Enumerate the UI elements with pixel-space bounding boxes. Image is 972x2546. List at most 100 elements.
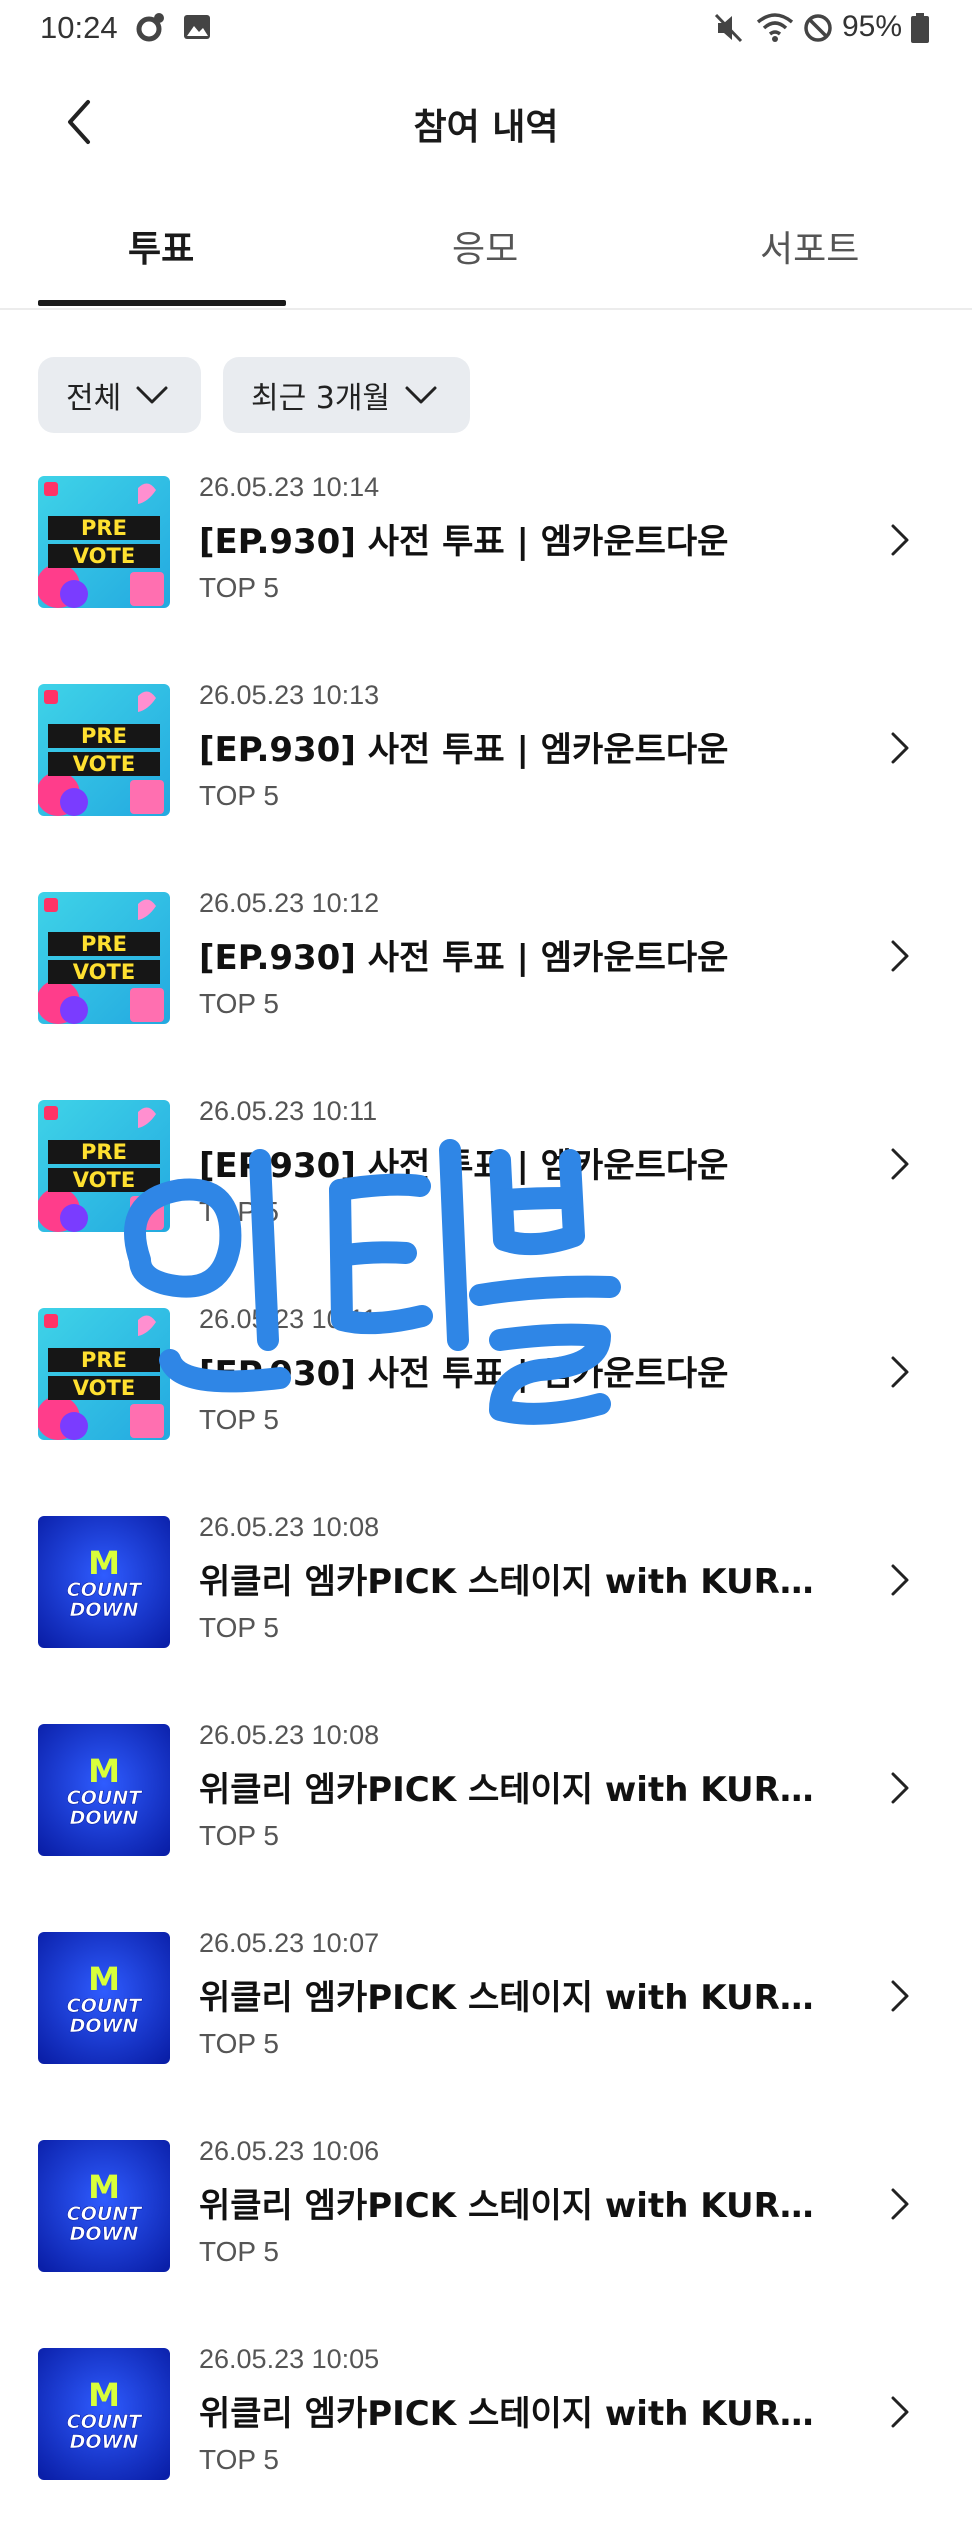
tab-bar: 투표 응모 서포트 (0, 190, 972, 310)
tab-vote[interactable]: 투표 (128, 220, 194, 272)
svg-text:DOWN: DOWN (70, 2223, 139, 2245)
item-date: 26.05.23 10:11 (199, 1096, 378, 1126)
active-tab-indicator (38, 300, 286, 306)
svg-text:COUNT: COUNT (67, 2411, 143, 2433)
app-header: 참여 내역 (0, 72, 972, 172)
item-title: 위클리 엠카PICK 스테이지 with KURA... (199, 1978, 839, 2018)
item-title: 위클리 엠카PICK 스테이지 with KURA... (199, 2394, 839, 2434)
tab-entry[interactable]: 응모 (452, 220, 518, 272)
item-rank: TOP 5 (199, 2236, 279, 2267)
category-filter-dropdown[interactable]: 전체 (38, 357, 202, 433)
chevron-down-icon (405, 386, 437, 404)
tab-support[interactable]: 서포트 (760, 220, 859, 272)
list-item[interactable]: PRE VOTE 26.05.23 10:11 [EP.930] 사전 투표 | … (0, 1298, 972, 1506)
svg-text:VOTE: VOTE (73, 1168, 135, 1192)
chevron-right-icon (891, 1980, 909, 2012)
item-date: 26.05.23 10:14 (199, 472, 380, 502)
mcountdown-thumbnail: M COUNT DOWN (38, 2348, 170, 2480)
pre-vote-thumbnail: PRE VOTE (38, 1100, 170, 1232)
item-date: 26.05.23 10:06 (199, 2136, 380, 2166)
list-item[interactable]: PRE VOTE 26.05.23 10:14 [EP.930] 사전 투표 | … (0, 466, 972, 674)
battery-icon (910, 12, 930, 48)
page-title: 참여 내역 (413, 107, 559, 148)
chevron-right-icon (891, 732, 909, 764)
list-item[interactable]: PRE VOTE 26.05.23 10:13 [EP.930] 사전 투표 | … (0, 674, 972, 882)
do-not-disturb-icon (802, 12, 834, 48)
item-rank: TOP 5 (199, 1820, 279, 1851)
svg-text:M: M (88, 1960, 120, 1998)
item-title: [EP.930] 사전 투표 | 엠카운트다운 (199, 1146, 729, 1186)
item-date: 26.05.23 10:05 (199, 2344, 380, 2374)
svg-text:COUNT: COUNT (67, 1995, 143, 2017)
chevron-right-icon (891, 940, 909, 972)
list-item[interactable]: M COUNT DOWN 26.05.23 10:08 위클리 엠카PICK 스테… (0, 1506, 972, 1714)
svg-text:DOWN: DOWN (70, 2015, 139, 2037)
item-rank: TOP 5 (199, 988, 279, 1019)
item-rank: TOP 5 (199, 780, 279, 811)
list-item[interactable]: M COUNT DOWN 26.05.23 10:08 위클리 엠카PICK 스테… (0, 1714, 972, 1922)
item-rank: TOP 5 (199, 1612, 279, 1643)
item-title: 위클리 엠카PICK 스테이지 with KURA... (199, 2186, 839, 2226)
list-item[interactable]: M COUNT DOWN 26.05.23 10:05 위클리 엠카PICK 스테… (0, 2338, 972, 2546)
svg-text:VOTE: VOTE (73, 1376, 135, 1400)
item-title: [EP.930] 사전 투표 | 엠카운트다운 (199, 1354, 729, 1394)
status-bar: 10:24 95% (0, 0, 972, 58)
item-rank: TOP 5 (199, 572, 279, 603)
svg-text:PRE: PRE (81, 1140, 127, 1164)
wifi-icon (756, 12, 794, 48)
mcountdown-thumbnail: M COUNT DOWN (38, 1516, 170, 1648)
item-title: 위클리 엠카PICK 스테이지 with KURA... (199, 1770, 839, 1810)
status-time: 10:24 (40, 10, 118, 45)
battery-percent: 95% (842, 10, 903, 43)
pre-vote-thumbnail: PRE VOTE (38, 476, 170, 608)
period-filter-label: 최근 3개월 (251, 381, 391, 416)
list-item[interactable]: PRE VOTE 26.05.23 10:12 [EP.930] 사전 투표 | … (0, 882, 972, 1090)
svg-text:M: M (88, 2376, 120, 2414)
chevron-right-icon (891, 1772, 909, 1804)
svg-text:PRE: PRE (81, 724, 127, 748)
pre-vote-thumbnail: PRE VOTE (38, 1308, 170, 1440)
item-date: 26.05.23 10:07 (199, 1928, 380, 1958)
mute-icon (714, 12, 744, 48)
mcountdown-thumbnail: M COUNT DOWN (38, 1932, 170, 2064)
chevron-right-icon (891, 2188, 909, 2220)
notification-dot-icon (134, 12, 166, 48)
svg-text:DOWN: DOWN (70, 2431, 139, 2453)
chevron-right-icon (891, 2396, 909, 2428)
item-rank: TOP 5 (199, 2444, 279, 2475)
period-filter-dropdown[interactable]: 최근 3개월 (223, 357, 471, 433)
chevron-right-icon (891, 1148, 909, 1180)
item-rank: TOP 5 (199, 2028, 279, 2059)
item-date: 26.05.23 10:08 (199, 1512, 380, 1542)
svg-text:PRE: PRE (81, 516, 127, 540)
pre-vote-thumbnail: PRE VOTE (38, 684, 170, 816)
svg-text:DOWN: DOWN (70, 1599, 139, 1621)
item-title: [EP.930] 사전 투표 | 엠카운트다운 (199, 730, 729, 770)
svg-text:VOTE: VOTE (73, 544, 135, 568)
svg-text:VOTE: VOTE (73, 752, 135, 776)
list-item[interactable]: PRE VOTE 26.05.23 10:11 [EP.930] 사전 투표 | … (0, 1090, 972, 1298)
item-title: 위클리 엠카PICK 스테이지 with KURA... (199, 1562, 839, 1602)
chevron-right-icon (891, 1356, 909, 1388)
svg-text:M: M (88, 2168, 120, 2206)
svg-text:DOWN: DOWN (70, 1807, 139, 1829)
item-rank: TOP 5 (199, 1196, 279, 1227)
list-item[interactable]: M COUNT DOWN 26.05.23 10:07 위클리 엠카PICK 스테… (0, 1922, 972, 2130)
svg-text:PRE: PRE (81, 932, 127, 956)
svg-text:M: M (88, 1752, 120, 1790)
item-title: [EP.930] 사전 투표 | 엠카운트다운 (199, 938, 729, 978)
svg-text:VOTE: VOTE (73, 960, 135, 984)
chevron-down-icon (136, 386, 168, 404)
chevron-right-icon (891, 524, 909, 556)
svg-text:COUNT: COUNT (67, 2203, 143, 2225)
pre-vote-thumbnail: PRE VOTE (38, 892, 170, 1024)
mcountdown-thumbnail: M COUNT DOWN (38, 1724, 170, 1856)
item-date: 26.05.23 10:12 (199, 888, 380, 918)
item-date: 26.05.23 10:08 (199, 1720, 380, 1750)
item-date: 26.05.23 10:11 (199, 1304, 378, 1334)
svg-text:COUNT: COUNT (67, 1579, 143, 1601)
list-item[interactable]: M COUNT DOWN 26.05.23 10:06 위클리 엠카PICK 스테… (0, 2130, 972, 2338)
item-rank: TOP 5 (199, 1404, 279, 1435)
item-title: [EP.930] 사전 투표 | 엠카운트다운 (199, 522, 729, 562)
category-filter-label: 전체 (66, 381, 122, 416)
